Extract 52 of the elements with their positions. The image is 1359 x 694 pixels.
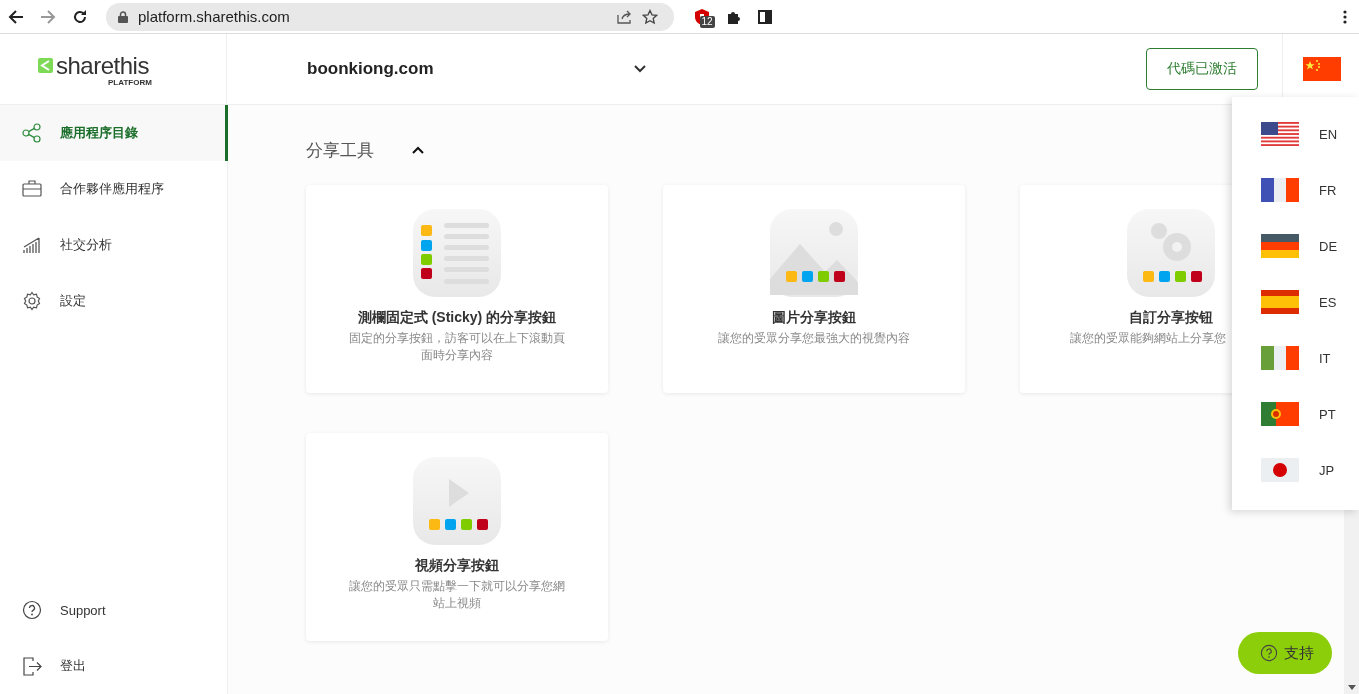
share-icon <box>38 58 53 73</box>
card-title: 測欄固定式 (Sticky) 的分享按鈕 <box>357 309 557 327</box>
sidebar-item[interactable]: 社交分析 <box>0 217 228 273</box>
card-description: 讓您的受眾只需點擊一下就可以分享您網站上視頻 <box>348 578 566 612</box>
help-icon <box>22 600 42 620</box>
sidebar-item[interactable]: 設定 <box>0 273 228 329</box>
flag-icon <box>1261 402 1299 426</box>
card-title: 圖片分享按鈕 <box>772 309 856 327</box>
logo-subtitle: PLATFORM <box>108 77 152 87</box>
chevron-up-icon[interactable] <box>412 146 424 154</box>
card-description: 讓您的受眾能夠網站上分享您 <box>1070 331 1226 346</box>
chevron-down-icon <box>633 65 646 73</box>
help-icon <box>1260 644 1278 662</box>
tool-card[interactable]: 測欄固定式 (Sticky) 的分享按鈕 固定的分享按鈕，訪客可以在上下滾動頁面時分享內容 <box>306 185 608 393</box>
flag-icon <box>1261 458 1299 482</box>
settings-icon <box>22 291 42 311</box>
flag-icon <box>1261 234 1299 258</box>
side-panel-icon[interactable] <box>757 9 772 24</box>
card-description: 固定的分享按鈕，訪客可以在上下滾動頁面時分享內容 <box>348 330 566 364</box>
menu-icon[interactable] <box>1343 9 1347 24</box>
card-title: 自訂分享按钮 <box>1129 309 1213 327</box>
sidebar-item[interactable]: 登出 <box>0 638 228 694</box>
card-description: 讓您的受眾分享您最強大的視覺內容 <box>718 330 910 347</box>
flag-icon <box>1261 122 1299 146</box>
url-text: platform.sharethis.com <box>138 8 290 25</box>
support-button[interactable]: 支持 <box>1238 632 1332 674</box>
flag-icon <box>1261 178 1299 202</box>
briefcase-icon <box>22 179 42 199</box>
language-option[interactable]: JP <box>1232 442 1359 498</box>
lock-icon <box>118 10 128 23</box>
address-bar[interactable]: platform.sharethis.com <box>106 2 674 31</box>
reload-icon[interactable] <box>72 8 88 25</box>
language-option[interactable]: EN <box>1232 106 1359 162</box>
section-title: 分享工具 <box>306 139 374 162</box>
scroll-down-icon[interactable] <box>1347 685 1356 690</box>
share-icon[interactable] <box>615 8 632 25</box>
tool-card[interactable]: 視頻分享按鈕 讓您的受眾只需點擊一下就可以分享您網站上視頻 <box>306 433 608 641</box>
bar-chart-icon <box>22 235 42 255</box>
sidebar-item[interactable]: Support <box>0 582 228 638</box>
logout-icon <box>22 656 42 676</box>
logo[interactable]: sharethis <box>56 51 149 80</box>
tool-card[interactable]: 圖片分享按鈕 讓您的受眾分享您最強大的視覺內容 <box>663 185 965 393</box>
code-active-button[interactable]: 代碼已激活 <box>1146 48 1258 90</box>
flag-icon <box>1261 346 1299 370</box>
flag-icon <box>1261 290 1299 314</box>
star-icon[interactable] <box>641 8 658 25</box>
card-title: 視頻分享按鈕 <box>415 557 499 575</box>
share-icon <box>22 123 42 143</box>
back-icon[interactable] <box>8 8 24 25</box>
sidebar-item[interactable]: 合作夥伴應用程序 <box>0 161 228 217</box>
site-selector[interactable]: boonkiong.com <box>307 59 646 79</box>
sidebar-item[interactable]: 應用程序目錄 <box>0 105 228 161</box>
